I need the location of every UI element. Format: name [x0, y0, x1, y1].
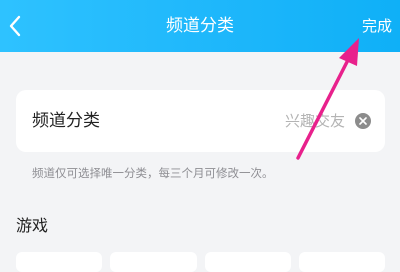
section-title-games: 游戏: [16, 216, 49, 235]
category-field[interactable]: 频道分类 兴趣交友: [16, 90, 385, 152]
clear-icon[interactable]: [355, 113, 371, 129]
category-tile[interactable]: [16, 252, 103, 272]
category-tile[interactable]: [204, 252, 291, 272]
category-tile[interactable]: [298, 252, 385, 272]
category-tiles: [16, 252, 385, 272]
page-title: 频道分类: [166, 16, 234, 36]
category-tile[interactable]: [110, 252, 197, 272]
top-bar: 频道分类 完成: [0, 0, 400, 52]
category-field-label: 频道分类: [32, 111, 100, 131]
done-button[interactable]: 完成: [362, 15, 392, 37]
category-field-value: 兴趣交友: [284, 112, 345, 130]
hint-text: 频道仅可选择唯一分类，每三个月可修改一次。: [32, 166, 274, 180]
